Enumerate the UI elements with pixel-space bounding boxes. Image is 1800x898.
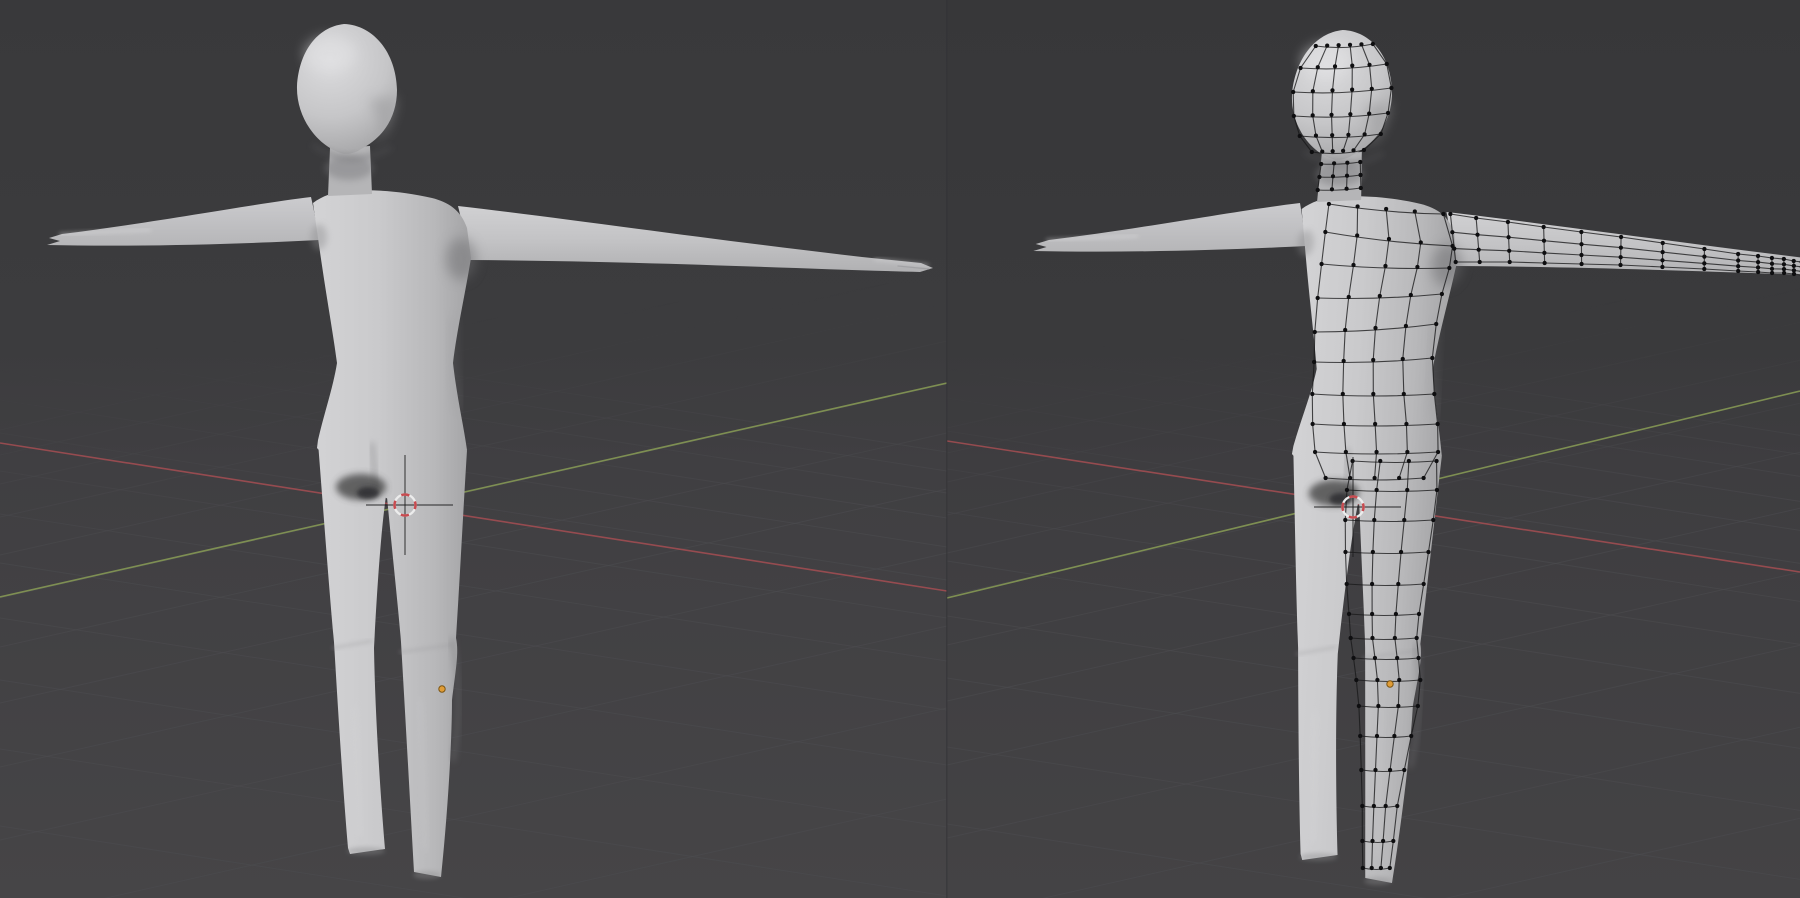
object-origin-dot[interactable] (1387, 681, 1393, 687)
viewport-edit-mode[interactable] (947, 0, 1800, 898)
3d-viewport-canvas[interactable] (0, 0, 1800, 898)
blender-viewport-comparison (0, 0, 1800, 898)
viewport-divider (946, 0, 948, 898)
object-origin-dot[interactable] (439, 686, 445, 692)
